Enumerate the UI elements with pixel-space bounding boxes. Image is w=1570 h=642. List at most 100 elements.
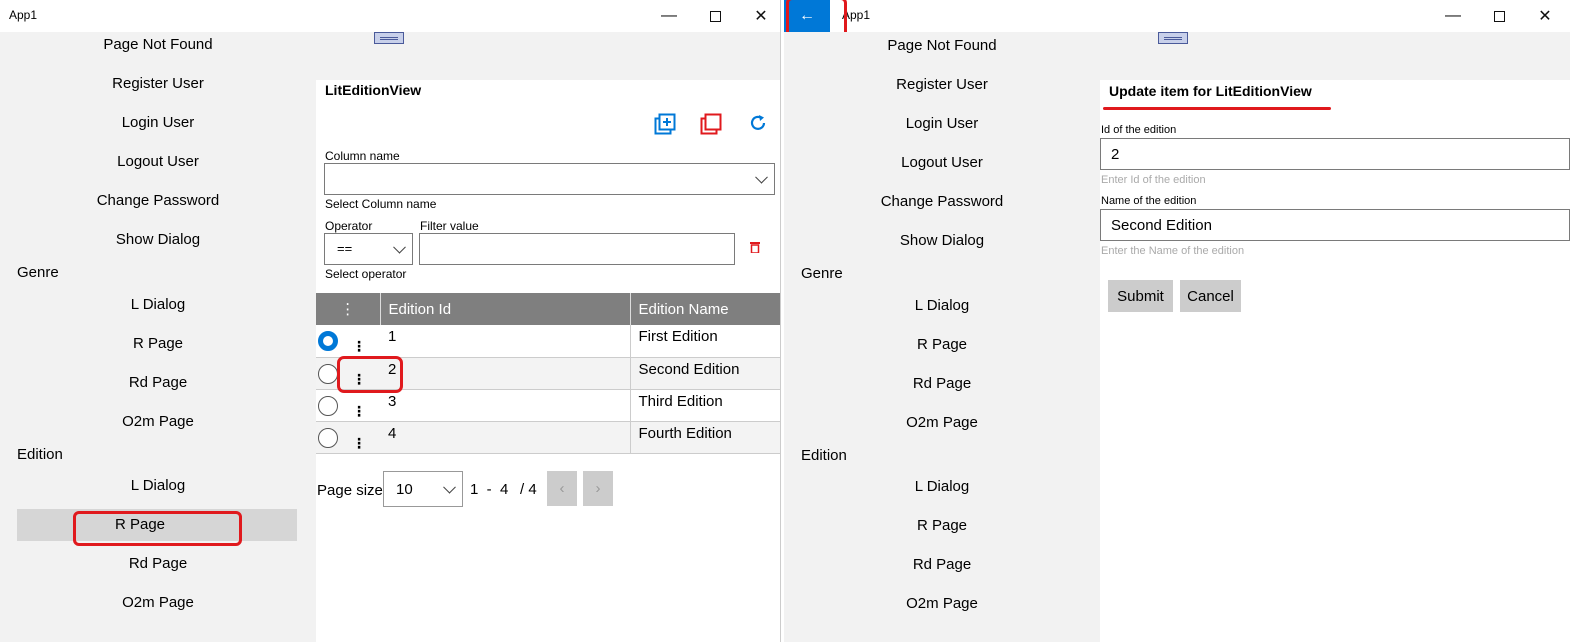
nav-item-login-user[interactable]: Login User xyxy=(784,108,1100,140)
nav-item-edition-l-dialog[interactable]: L Dialog xyxy=(784,471,1100,503)
nav-item-edition-l-dialog[interactable]: L Dialog xyxy=(0,470,316,502)
nav-item-genre-rd-page[interactable]: Rd Page xyxy=(784,368,1100,400)
table-row[interactable]: ⋮ 4 Fourth Edition xyxy=(316,421,780,454)
submit-button[interactable]: Submit xyxy=(1108,280,1173,312)
grid-menu-header[interactable]: ⋮ xyxy=(316,293,381,325)
operator-value: == xyxy=(337,241,353,256)
list-panel: LitEditionView Column name Select Column… xyxy=(316,80,780,642)
close-button[interactable]: ✕ xyxy=(1522,0,1568,32)
minimize-button[interactable]: — xyxy=(1430,0,1476,32)
pane-toggle-icon[interactable] xyxy=(374,32,404,44)
cancel-button[interactable]: Cancel xyxy=(1180,280,1241,312)
nav-item-change-password[interactable]: Change Password xyxy=(0,185,316,217)
nav-group-genre: Genre xyxy=(801,265,843,282)
nav-item-edition-o2m-page[interactable]: O2m Page xyxy=(0,587,316,619)
row-select-radio[interactable] xyxy=(318,395,338,416)
filter-value-label: Filter value xyxy=(420,219,479,233)
row-menu-icon[interactable]: ⋮ xyxy=(352,403,366,420)
nav-item-genre-o2m-page[interactable]: O2m Page xyxy=(0,406,316,438)
nav-item-register-user[interactable]: Register User xyxy=(0,68,316,100)
delete-icon[interactable] xyxy=(750,241,760,253)
main-content: LitEditionView Column name Select Column… xyxy=(316,32,780,642)
form-title: Update item for LitEditionView xyxy=(1109,83,1312,99)
filter-value-input[interactable] xyxy=(419,233,735,265)
nav-item-genre-rd-page[interactable]: Rd Page xyxy=(0,367,316,399)
minimize-button[interactable]: — xyxy=(646,0,692,32)
app-window-list: App1 — ✕ Page Not Found Register User Lo… xyxy=(0,0,781,642)
pane-toggle-icon[interactable] xyxy=(1158,32,1188,44)
nav-item-genre-r-page[interactable]: R Page xyxy=(0,328,316,360)
row-select-radio[interactable] xyxy=(318,363,338,384)
nav-item-page-not-found[interactable]: Page Not Found xyxy=(784,30,1100,62)
nav-item-edition-o2m-page[interactable]: O2m Page xyxy=(784,588,1100,620)
highlight-marker xyxy=(337,356,403,393)
nav-item-page-not-found[interactable]: Page Not Found xyxy=(0,29,316,61)
nav-group-edition: Edition xyxy=(801,447,847,464)
copy-icon[interactable] xyxy=(700,113,722,135)
nav-group-genre: Genre xyxy=(17,264,59,281)
table-row[interactable]: ⋮ 1 First Edition xyxy=(316,325,780,358)
nav-item-genre-l-dialog[interactable]: L Dialog xyxy=(784,290,1100,322)
close-button[interactable]: ✕ xyxy=(738,0,780,32)
title-bar: ← App1 — ✕ xyxy=(784,0,1570,53)
page-size-label: Page size xyxy=(317,482,383,499)
chevron-down-icon xyxy=(393,240,406,254)
cell-edition-id: 3 xyxy=(380,389,631,422)
nav-item-genre-l-dialog[interactable]: L Dialog xyxy=(0,289,316,321)
nav-item-login-user[interactable]: Login User xyxy=(0,107,316,139)
column-name-select[interactable] xyxy=(324,163,775,195)
nav-item-show-dialog[interactable]: Show Dialog xyxy=(0,224,316,256)
cell-edition-name: Fourth Edition xyxy=(630,421,780,454)
column-header-edition-name[interactable]: Edition Name xyxy=(630,293,780,325)
refresh-icon[interactable] xyxy=(748,113,768,133)
nav-item-edition-rd-page[interactable]: Rd Page xyxy=(0,548,316,580)
chevron-down-icon xyxy=(443,480,456,494)
window-title: App1 xyxy=(9,8,38,22)
cell-edition-name: First Edition xyxy=(630,325,780,358)
nav-sidebar: Page Not Found Register User Login User … xyxy=(784,32,1100,642)
id-field-label: Id of the edition xyxy=(1101,124,1177,136)
nav-item-logout-user[interactable]: Logout User xyxy=(784,147,1100,179)
nav-item-change-password[interactable]: Change Password xyxy=(784,186,1100,218)
operator-hint: Select operator xyxy=(325,267,407,281)
page-size-select[interactable]: 10 xyxy=(383,471,463,507)
row-select-radio[interactable] xyxy=(318,427,338,448)
id-field-input[interactable]: 2 xyxy=(1100,138,1570,170)
nav-item-genre-o2m-page[interactable]: O2m Page xyxy=(784,407,1100,439)
name-field-value: Second Edition xyxy=(1111,217,1212,234)
operator-select[interactable]: == xyxy=(324,233,413,265)
row-menu-icon[interactable]: ⋮ xyxy=(352,338,366,355)
nav-item-edition-r-page[interactable]: R Page xyxy=(784,510,1100,542)
nav-item-show-dialog[interactable]: Show Dialog xyxy=(784,225,1100,257)
nav-item-register-user[interactable]: Register User xyxy=(784,69,1100,101)
page-total: / 4 xyxy=(520,481,537,498)
prev-page-button[interactable]: ‹ xyxy=(547,471,577,506)
title-underline-marker xyxy=(1103,107,1331,110)
next-page-button[interactable]: › xyxy=(583,471,613,506)
cell-edition-name: Second Edition xyxy=(630,357,780,390)
cell-edition-id: 4 xyxy=(380,421,631,454)
column-name-label: Column name xyxy=(325,149,400,163)
name-field-input[interactable]: Second Edition xyxy=(1100,209,1570,241)
add-copy-icon[interactable] xyxy=(654,113,676,135)
name-field-hint: Enter the Name of the edition xyxy=(1101,245,1245,257)
maximize-button[interactable] xyxy=(1476,0,1522,32)
highlight-marker xyxy=(73,511,242,546)
view-title: LitEditionView xyxy=(325,82,422,98)
table-row[interactable]: ⋮ 3 Third Edition xyxy=(316,389,780,422)
column-header-edition-id[interactable]: Edition Id xyxy=(380,293,631,325)
row-menu-icon[interactable]: ⋮ xyxy=(352,435,366,452)
page-range: 1 - 4 xyxy=(470,481,509,498)
id-field-value: 2 xyxy=(1111,146,1120,163)
nav-item-genre-r-page[interactable]: R Page xyxy=(784,329,1100,361)
edit-form-panel: Update item for LitEditionView Id of the… xyxy=(1100,80,1570,642)
name-field-label: Name of the edition xyxy=(1101,195,1197,207)
id-field-hint: Enter Id of the edition xyxy=(1101,174,1206,186)
nav-sidebar: Page Not Found Register User Login User … xyxy=(0,32,316,642)
nav-item-edition-rd-page[interactable]: Rd Page xyxy=(784,549,1100,581)
app-window-edit: ← App1 — ✕ Page Not Found Register User … xyxy=(784,0,1570,642)
maximize-button[interactable] xyxy=(692,0,738,32)
nav-item-logout-user[interactable]: Logout User xyxy=(0,146,316,178)
row-select-radio[interactable] xyxy=(318,331,338,351)
main-content: Update item for LitEditionView Id of the… xyxy=(1100,32,1570,642)
